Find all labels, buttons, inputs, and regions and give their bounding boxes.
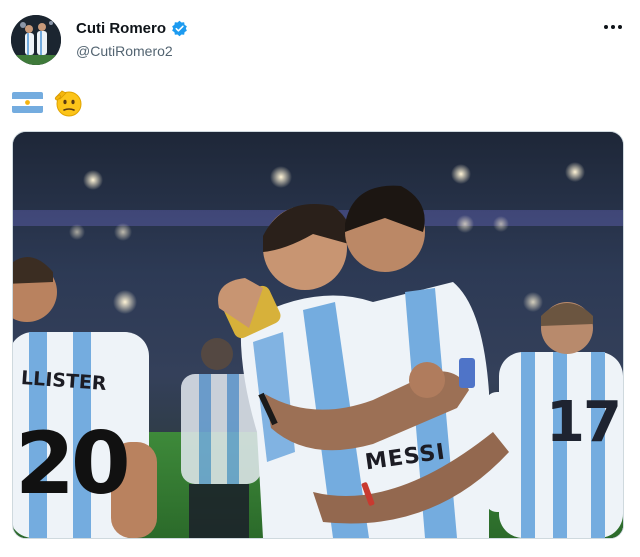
author-avatar[interactable] [11,15,61,65]
avatar-image [11,15,61,65]
author-name-row: Cuti Romero [76,20,188,37]
verified-badge-icon [172,20,187,37]
author-handle[interactable]: @CutiRomero2 [76,43,173,59]
more-horizontal-icon[interactable] [598,20,628,40]
tweet-text [12,87,83,117]
tweet-card: Cuti Romero @CutiRomero2 MESSI LLISTER 2… [0,0,640,557]
jersey-number-left: 20 [15,414,131,514]
argentina-flag-icon [12,91,43,113]
saluting-face-icon [54,90,82,117]
jersey-number-right: 17 [546,390,622,455]
tweet-media-photo[interactable]: MESSI LLISTER 20 17 [12,131,624,539]
author-display-name[interactable]: Cuti Romero [76,20,166,37]
